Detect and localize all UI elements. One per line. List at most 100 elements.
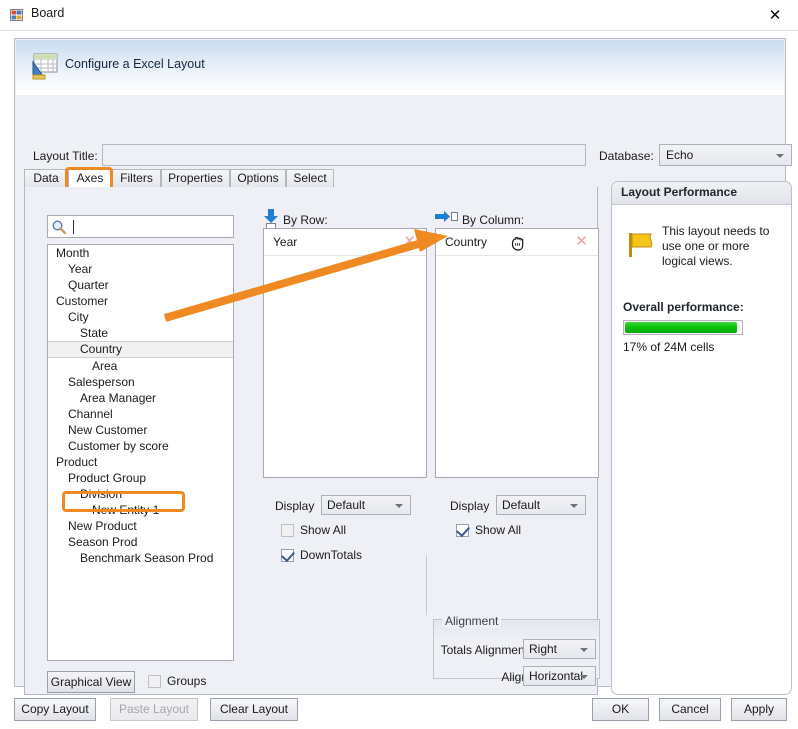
by-row-display-value: Default [327,498,366,512]
window-title-bar: Board ✕ [0,0,798,31]
align-label: Align [501,670,528,684]
totals-alignment-select[interactable]: Right [523,639,596,659]
tree-item-label: New Entity 1 [92,503,160,517]
tree-item-channel[interactable]: Channel [48,406,233,422]
tree-item-country[interactable]: Country [48,341,233,358]
tree-item-label: New Product [68,519,137,533]
ok-button[interactable]: OK [592,698,649,721]
tree-item-label: Area Manager [80,391,157,405]
tab-options[interactable]: Options [230,169,286,188]
by-row-display-label: Display [275,499,315,513]
progress-fill [625,322,738,333]
tree-item-label: Area [92,359,118,373]
tree-item-new-customer[interactable]: New Customer [48,422,233,438]
axis-divider [426,555,427,615]
overall-performance-bar [623,320,743,335]
clear-layout-button[interactable]: Clear Layout [210,698,298,721]
totals-alignment-value: Right [529,642,558,656]
cancel-button[interactable]: Cancel [659,698,721,721]
tree-item-city[interactable]: City [48,309,233,325]
cells-usage-text: 17% of 24M cells [623,340,715,354]
axes-tab-page: Month Year Quarter Customer City State Country… [24,187,600,695]
paste-layout-button[interactable]: Paste Layout [110,698,198,721]
tab-data[interactable]: Data [24,169,68,188]
tree-item-quarter[interactable]: Quarter [48,277,233,293]
by-column-dropzone[interactable]: Country ✕ [435,228,599,478]
layout-performance-panel: Layout Performance This layout needs to … [611,181,792,695]
by-column-display-value: Default [502,498,541,512]
tree-item-year[interactable]: Year [48,261,233,277]
tree-item-label: Product [56,455,98,469]
by-row-dropzone[interactable]: Year ✕ [263,228,427,478]
database-select[interactable]: Echo [659,144,792,166]
tree-item-label: Channel [68,407,113,421]
close-icon[interactable]: ✕ [752,0,798,29]
tab-properties[interactable]: Properties [161,169,230,188]
tree-item-customer[interactable]: Customer [48,293,233,309]
overall-performance-label: Overall performance: [623,300,744,314]
tree-item-label: Country [80,342,123,356]
layout-title-label: Layout Title: [33,149,98,163]
tree-item-customer-by-score[interactable]: Customer by score [48,438,233,454]
tree-item-label: New Customer [68,423,148,437]
by-row-display-select[interactable]: Default [321,495,411,515]
database-label: Database: [599,149,654,163]
tree-item-label: State [80,326,109,340]
chevron-down-icon [570,504,578,508]
chip-label: Country [445,235,488,249]
chevron-down-icon [580,648,588,652]
excel-layout-icon [28,49,62,83]
copy-layout-button[interactable]: Copy Layout [14,698,96,721]
by-column-display-select[interactable]: Default [496,495,586,515]
tree-item-label: Division [80,487,123,501]
tree-item-label: City [68,310,89,324]
tab-axes[interactable]: Axes [68,169,112,188]
chevron-down-icon [580,675,588,679]
entity-tree[interactable]: Month Year Quarter Customer City State Country… [47,244,234,661]
by-row-downtotals-label: DownTotals [300,548,363,562]
check-icon [456,522,470,538]
graphical-view-button[interactable]: Graphical View [47,671,135,693]
tab-select[interactable]: Select [286,169,334,188]
tree-item-label: Product Group [68,471,147,485]
tree-item-product[interactable]: Product [48,454,233,470]
tree-item-product-group[interactable]: Product Group [48,470,233,486]
by-column-show-all-label: Show All [475,523,522,537]
by-row-show-all-label: Show All [300,523,347,537]
tree-item-new-entity-1[interactable]: New Entity 1 [48,502,233,518]
close-icon[interactable]: ✕ [403,232,416,250]
by-column-display-label: Display [450,499,490,513]
check-icon [281,547,295,563]
by-column-chip-country[interactable]: Country ✕ [436,229,598,256]
tree-item-area-manager[interactable]: Area Manager [48,390,233,406]
search-input[interactable] [47,215,234,238]
tree-item-month[interactable]: Month [48,245,233,261]
tab-filters[interactable]: Filters [112,169,161,188]
magnifier-icon [51,219,67,235]
checkbox-box [281,524,294,537]
layout-performance-header: Layout Performance [612,182,791,205]
tree-item-division[interactable]: Division [48,486,233,502]
tree-item-benchmark-season-prod[interactable]: Benchmark Season Prod [48,550,233,566]
tree-item-area[interactable]: Area [48,358,233,374]
tree-item-label: Season Prod [68,535,138,549]
layout-title-input[interactable] [102,144,586,166]
layout-performance-title: Layout Performance [621,185,738,199]
tree-item-new-product[interactable]: New Product [48,518,233,534]
tree-item-state[interactable]: State [48,325,233,341]
tree-item-label: Year [68,262,93,276]
close-icon[interactable]: ✕ [575,232,588,250]
totals-alignment-label: Totals Alignment [440,643,528,657]
chip-label: Year [273,235,298,249]
alignment-group-title: Alignment [442,614,502,628]
align-value: Horizontal [529,669,584,683]
align-select[interactable]: Horizontal [523,666,596,686]
by-row-label: By Row: [283,213,328,227]
tree-item-season-prod[interactable]: Season Prod [48,534,233,550]
checkbox-box [456,522,470,538]
tree-item-salesperson[interactable]: Salesperson [48,374,233,390]
apply-button[interactable]: Apply [731,698,787,721]
board-app-icon [10,8,24,22]
checkbox-box [281,547,295,563]
by-row-chip-year[interactable]: Year ✕ [264,229,426,256]
